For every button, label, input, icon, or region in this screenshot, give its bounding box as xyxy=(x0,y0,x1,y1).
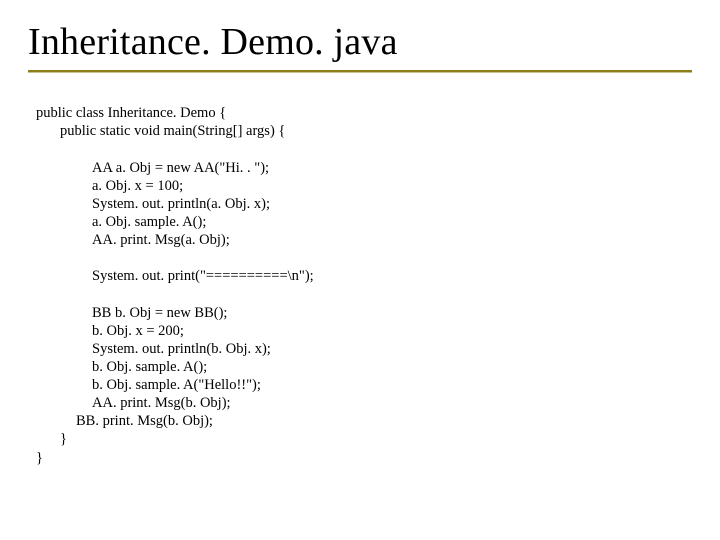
code-line: b. Obj. x = 200; xyxy=(36,323,184,339)
code-line: BB. print. Msg(b. Obj); xyxy=(36,413,213,429)
code-line: AA a. Obj = new AA("Hi. . "); xyxy=(36,160,269,176)
code-line: b. Obj. sample. A(); xyxy=(36,359,207,375)
code-line: AA. print. Msg(a. Obj); xyxy=(36,232,230,248)
title-divider xyxy=(28,70,692,72)
code-line: } xyxy=(36,431,67,447)
code-line: System. out. println(b. Obj. x); xyxy=(36,341,271,357)
slide: Inheritance. Demo. java public class Inh… xyxy=(0,0,720,540)
code-line: System. out. println(a. Obj. x); xyxy=(36,196,270,212)
code-line: public class Inheritance. Demo { xyxy=(36,105,226,121)
code-line: b. Obj. sample. A("Hello!!"); xyxy=(36,377,261,393)
code-line: } xyxy=(36,450,43,466)
code-line: a. Obj. sample. A(); xyxy=(36,214,206,230)
code-line: public static void main(String[] args) { xyxy=(36,123,285,139)
code-line: a. Obj. x = 100; xyxy=(36,178,183,194)
code-line: System. out. print("==========\n"); xyxy=(36,268,314,284)
code-line: BB b. Obj = new BB(); xyxy=(36,305,227,321)
code-block: public class Inheritance. Demo { public … xyxy=(36,86,692,485)
page-title: Inheritance. Demo. java xyxy=(28,20,692,64)
code-line: AA. print. Msg(b. Obj); xyxy=(36,395,231,411)
